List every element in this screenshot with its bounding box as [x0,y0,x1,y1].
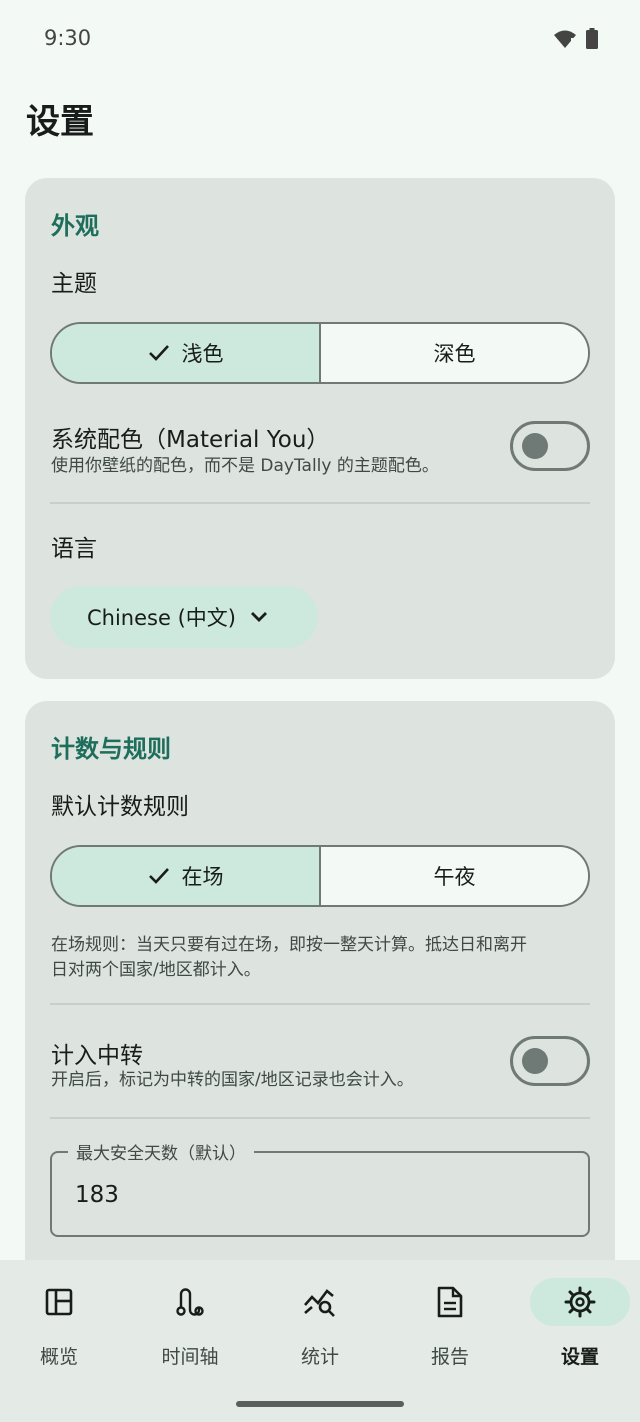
dashboard-icon [45,1288,73,1316]
wifi-icon [554,30,576,48]
bottom-nav: 概览 时间轴 统计 报告 设置 [0,1260,640,1422]
rule-desc-line-2: 日对两个国家/地区都计入。 [51,960,261,980]
nav-label-report: 报告 [430,1346,469,1368]
nav-icon-container [140,1278,240,1326]
transit-title: 计入中转 [51,1043,143,1069]
home-indicator[interactable] [236,1401,404,1407]
switch-thumb [522,433,548,459]
material-you-switch[interactable] [510,421,590,471]
theme-option-light-label: 浅色 [181,342,224,366]
material-you-desc: 使用你壁纸的配色，而不是 DayTally 的主题配色。 [51,456,439,476]
nav-item-report[interactable]: 报告 [400,1278,500,1388]
language-label: 语言 [51,536,97,562]
rule-label: 默认计数规则 [51,794,189,820]
page-title: 设置 [26,102,94,142]
check-icon [148,868,169,884]
stats-icon [304,1289,335,1317]
rule-option-presence[interactable]: 在场 [52,847,319,905]
theme-option-light[interactable]: 浅色 [52,324,319,382]
chevron-down-icon [250,612,267,622]
theme-option-dark-label: 深色 [433,342,476,366]
nav-item-stats[interactable]: 统计 [270,1278,370,1388]
check-icon [148,345,169,361]
rule-desc-line-1: 在场规则：当天只要有过在场，即按一整天计算。抵达日和离开 [51,935,527,955]
nav-icon-container [270,1278,370,1326]
nav-item-timeline[interactable]: 时间轴 [140,1278,240,1388]
max-safe-days-field[interactable]: 最大安全天数（默认） 183 [50,1139,590,1237]
timeline-icon [176,1288,204,1316]
status-time: 9:30 [44,26,92,50]
status-icons [554,28,598,49]
gear-icon [564,1286,596,1318]
switch-thumb [522,1048,548,1074]
counting-card: 计数与规则 默认计数规则 在场 午夜 在场规则：当天只要有过在场，即按一整天计算… [25,701,615,1281]
appearance-section-title: 外观 [51,212,99,240]
nav-label-stats: 统计 [300,1346,339,1368]
max-safe-days-value: 183 [75,1182,119,1208]
divider [50,1117,590,1119]
rule-segmented-control: 在场 午夜 [50,845,590,907]
divider [50,1003,590,1005]
theme-option-dark[interactable]: 深色 [319,324,588,382]
theme-label: 主题 [51,271,97,297]
rule-option-midnight-label: 午夜 [433,865,476,889]
transit-desc: 开启后，标记为中转的国家/地区记录也会计入。 [51,1070,414,1090]
language-dropdown[interactable]: Chinese (中文) [50,586,318,648]
language-value: Chinese (中文) [87,606,236,630]
material-you-title: 系统配色（Material You） [51,427,330,453]
appearance-card: 外观 主题 浅色 深色 系统配色（Material You） 使用你壁纸的配色，… [25,178,615,679]
nav-icon-container [9,1278,109,1326]
nav-label-timeline: 时间轴 [161,1346,219,1368]
nav-label-settings: 设置 [560,1346,599,1368]
rule-option-presence-label: 在场 [181,865,224,889]
divider [50,502,590,504]
transit-switch[interactable] [510,1036,590,1086]
report-icon [437,1286,463,1318]
battery-icon [586,28,598,49]
theme-segmented-control: 浅色 深色 [50,322,590,384]
nav-item-settings[interactable]: 设置 [530,1278,630,1388]
rule-option-midnight[interactable]: 午夜 [319,847,588,905]
counting-section-title: 计数与规则 [51,735,171,763]
nav-icon-container [400,1278,500,1326]
nav-item-overview[interactable]: 概览 [9,1278,109,1388]
nav-icon-container [530,1278,630,1326]
nav-label-overview: 概览 [39,1346,78,1368]
max-safe-days-label: 最大安全天数（默认） [68,1139,254,1164]
status-bar: 9:30 [0,0,640,78]
